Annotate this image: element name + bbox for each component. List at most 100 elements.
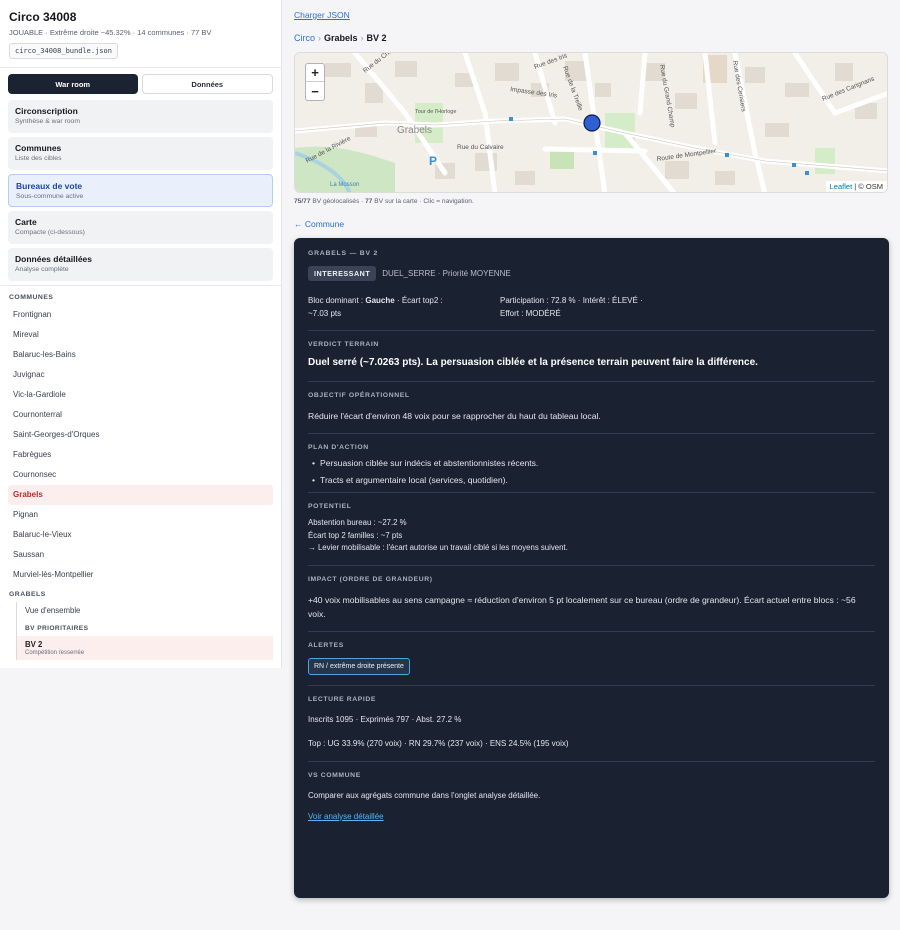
potentiel-label: POTENTIEL <box>308 503 352 510</box>
bloc-summary: Bloc dominant : Gauche · Écart top2 : ~7… <box>308 296 443 318</box>
bv-marker[interactable] <box>593 151 597 155</box>
commune-item[interactable]: Fabrègues <box>8 445 273 465</box>
nav-title: Communes <box>15 143 62 153</box>
vs-commune-text: Comparer aux agrégats commune dans l'ong… <box>308 790 541 800</box>
bv-marker[interactable] <box>725 153 729 157</box>
sidebar-header: Circo 34008 JOUABLE · Extrême droite ~45… <box>0 0 281 68</box>
bv-item-active[interactable]: BV 2 Compétition resserrée <box>16 636 273 660</box>
status-row: INTERESSANT DUEL_SERRE · Priorité MOYENN… <box>308 266 875 281</box>
divider <box>308 630 875 632</box>
map-label: La Mosson <box>330 182 359 188</box>
nav-subtitle: Sous-commune active <box>16 193 84 200</box>
zoom-control: + − <box>305 63 325 101</box>
commune-item-active[interactable]: Grabels <box>8 485 273 505</box>
commune-item[interactable]: Cournonsec <box>8 465 273 485</box>
divider <box>308 381 875 382</box>
verdict-label: VERDICT TERRAIN <box>308 341 379 348</box>
divider <box>0 285 281 286</box>
view-tabs: War room Données <box>0 68 281 100</box>
summary-grid: Bloc dominant : Gauche · Écart top2 : ~7… <box>308 294 875 320</box>
bv-marker[interactable] <box>792 163 796 167</box>
plan-list: Persuasion ciblée sur indécis et abstent… <box>308 458 875 485</box>
commune-item[interactable]: Cournonterral <box>8 405 273 425</box>
divider <box>308 492 875 493</box>
circo-title: Circo 34008 <box>9 10 77 24</box>
nav-subtitle: Liste des cibles <box>15 155 62 162</box>
nav-circonscription[interactable]: Circonscription Synthèse & war room <box>8 100 273 133</box>
bv-marker[interactable] <box>509 117 513 121</box>
tab-donnees[interactable]: Données <box>141 74 273 94</box>
communes-section-label: COMMUNES <box>9 294 54 301</box>
back-to-commune-link[interactable]: ← Commune <box>294 219 344 229</box>
nav-bureaux-de-vote[interactable]: Bureaux de vote Sous-commune active <box>8 174 273 207</box>
commune-item[interactable]: Saint-Georges-d'Orques <box>8 425 273 445</box>
status-text: DUEL_SERRE · Priorité MOYENNE <box>382 269 511 278</box>
commune-item[interactable]: Saussan <box>8 545 273 565</box>
divider <box>308 760 875 762</box>
panel-kicker: GRABELS — BV 2 <box>308 250 379 257</box>
objectif-text: Réduire l'écart d'environ 48 voix pour s… <box>308 411 601 421</box>
lecture-label: LECTURE RAPIDE <box>308 695 377 703</box>
nav-carte[interactable]: Carte Compacte (ci-dessous) <box>8 211 273 244</box>
map-label: Tour de l'Horloge <box>415 109 456 115</box>
priority-bv-label: BV PRIORITAIRES <box>16 619 281 636</box>
commune-item[interactable]: Vic-la-Gardiole <box>8 385 273 405</box>
selected-bv-marker[interactable] <box>583 114 601 132</box>
impact-label: IMPACT (ORDRE DE GRANDEUR) <box>308 575 433 583</box>
bv-marker[interactable] <box>805 171 809 175</box>
nav-donnees-detaillees[interactable]: Données détaillées Analyse complète <box>8 248 273 281</box>
commune-item[interactable]: Balaruc-le-Vieux <box>8 525 273 545</box>
leaflet-link[interactable]: Leaflet <box>830 182 853 191</box>
sub-overview-link[interactable]: Vue d'ensemble <box>16 602 281 619</box>
lecture-line: Top : UG 33.9% (270 voix) · RN 29.7% (23… <box>308 738 569 748</box>
osm-attribution: | © OSM <box>854 182 883 191</box>
map-label: Rue du Calvaire <box>457 144 504 151</box>
load-json-link[interactable]: Charger JSON <box>294 10 350 20</box>
nav-subtitle: Analyse complète <box>15 266 69 273</box>
zoom-out-button[interactable]: − <box>306 82 324 100</box>
participation-summary: Participation : 72.8 % · Intérêt : ÉLEVÉ… <box>500 296 643 318</box>
nav-communes[interactable]: Communes Liste des cibles <box>8 137 273 170</box>
divider <box>308 684 875 686</box>
vs-commune-label: VS COMMUNE <box>308 771 361 779</box>
plan-label: PLAN D'ACTION <box>308 444 369 451</box>
alert-chip: RN / extrême droite présente <box>308 657 410 675</box>
commune-item[interactable]: Mireval <box>8 325 273 345</box>
breadcrumb-separator: › <box>360 33 364 43</box>
plan-item: Tracts et argumentaire local (services, … <box>308 475 875 485</box>
commune-item[interactable]: Pignan <box>8 505 273 525</box>
parking-icon: P <box>429 154 437 168</box>
plan-item: Persuasion ciblée sur indécis et abstent… <box>308 458 875 468</box>
nav-title: Bureaux de vote <box>16 181 83 191</box>
bundle-file-name: circo_34008_bundle.json <box>9 43 118 59</box>
detailed-analysis-link[interactable]: Voir analyse détaillée <box>308 812 384 821</box>
tab-war-room[interactable]: War room <box>8 74 138 94</box>
breadcrumb-circo[interactable]: Circo <box>294 33 315 43</box>
impact-text: +40 voix mobilisables au sens campagne ≈… <box>308 594 856 619</box>
nav-title: Données détaillées <box>15 254 93 264</box>
divider <box>308 564 875 566</box>
map-label-grabels: Grabels <box>397 125 432 136</box>
map-geolocation-note: 75/77 BV géolocalisés · 77 BV sur la car… <box>294 198 474 205</box>
bv-item-title: BV 2 <box>25 640 43 649</box>
objectif-label: OBJECTIF OPÉRATIONNEL <box>308 392 410 399</box>
commune-item[interactable]: Murviel-lès-Montpellier <box>8 565 273 585</box>
status-badge: INTERESSANT <box>308 266 377 281</box>
map-view[interactable]: Rue du Château Impasse des Iris Rue des … <box>294 52 888 193</box>
commune-item[interactable]: Frontignan <box>8 305 273 325</box>
commune-item[interactable]: Balaruc-les-Bains <box>8 345 273 365</box>
commune-item[interactable]: Juvignac <box>8 365 273 385</box>
lecture-line: Inscrits 1095 · Exprimés 797 · Abst. 27.… <box>308 714 462 724</box>
potentiel-text: Abstention bureau : ~27.2 % Écart top 2 … <box>308 518 568 552</box>
alertes-label: ALERTES <box>308 641 344 649</box>
verdict-text: Duel serré (~7.0263 pts). La persuasion … <box>308 357 758 368</box>
breadcrumb-commune[interactable]: Grabels <box>324 33 358 43</box>
nav-subtitle: Synthèse & war room <box>15 118 80 125</box>
map-tiles[interactable]: Rue du Château Impasse des Iris Rue des … <box>295 53 888 193</box>
divider <box>308 433 875 434</box>
map-attribution: Leaflet | © OSM <box>825 181 887 192</box>
breadcrumb-separator: › <box>318 33 322 43</box>
communes-list: Frontignan Mireval Balaruc-les-Bains Juv… <box>0 305 281 585</box>
zoom-in-button[interactable]: + <box>306 64 324 82</box>
divider <box>308 330 875 331</box>
